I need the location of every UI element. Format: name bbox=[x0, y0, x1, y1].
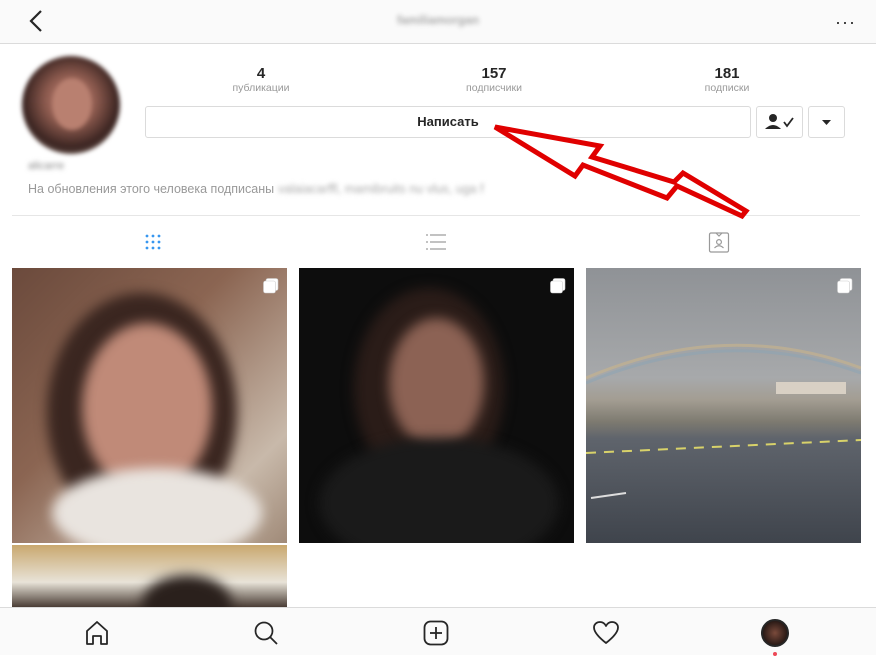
search-icon[interactable] bbox=[251, 618, 281, 648]
heart-icon[interactable] bbox=[591, 618, 621, 648]
nav-profile-avatar[interactable] bbox=[761, 619, 789, 647]
grid-icon[interactable] bbox=[141, 230, 165, 254]
profile-avatar bbox=[22, 56, 120, 154]
top-bar: familiamorgan ··· bbox=[0, 0, 876, 44]
stat-posts[interactable]: 4 публикации bbox=[206, 65, 316, 95]
followed-by-names[interactable]: valaiacarffl, mamibruits nu vlus, uga f bbox=[278, 182, 483, 196]
followed-by[interactable]: На обновления этого человека подписаны va… bbox=[28, 182, 484, 196]
multiple-photos-icon bbox=[837, 278, 853, 294]
profile-full-name: alicarre bbox=[28, 160, 65, 172]
triangle-down-icon bbox=[822, 120, 831, 125]
post-thumbnail[interactable] bbox=[299, 268, 574, 543]
stat-following-count: 181 bbox=[714, 65, 740, 82]
more-options-icon[interactable]: ··· bbox=[835, 12, 856, 33]
header-username: familiamorgan bbox=[396, 13, 480, 27]
stat-followers-label: подписчики bbox=[466, 82, 522, 94]
stat-following-label: подписки bbox=[704, 82, 750, 94]
suggestions-dropdown-button[interactable] bbox=[808, 106, 845, 138]
multiple-photos-icon bbox=[263, 278, 279, 294]
add-post-icon[interactable] bbox=[421, 618, 451, 648]
stat-posts-count: 4 bbox=[256, 65, 266, 82]
stat-posts-label: публикации bbox=[232, 82, 290, 94]
message-button[interactable]: Написать bbox=[145, 106, 751, 138]
post-thumbnail[interactable] bbox=[12, 545, 287, 607]
avatar-photo bbox=[52, 78, 92, 130]
post-thumbnail[interactable] bbox=[12, 268, 287, 543]
user-check-icon bbox=[765, 114, 794, 129]
list-icon[interactable] bbox=[424, 230, 448, 254]
followed-by-text: На обновления этого человека подписаны bbox=[28, 182, 275, 196]
stat-followers-count: 157 bbox=[481, 65, 507, 82]
home-icon[interactable] bbox=[82, 618, 112, 648]
profile-tabs bbox=[12, 215, 860, 260]
multiple-photos-icon bbox=[550, 278, 566, 294]
stat-following[interactable]: 181 подписки bbox=[672, 65, 782, 95]
bottom-nav bbox=[0, 607, 876, 656]
stat-followers[interactable]: 157 подписчики bbox=[439, 65, 549, 95]
rainbow-landscape-photo bbox=[586, 343, 861, 499]
post-thumbnail[interactable] bbox=[586, 268, 861, 543]
tagged-icon[interactable] bbox=[707, 230, 731, 254]
notification-dot bbox=[773, 652, 777, 656]
following-button[interactable] bbox=[756, 106, 803, 138]
